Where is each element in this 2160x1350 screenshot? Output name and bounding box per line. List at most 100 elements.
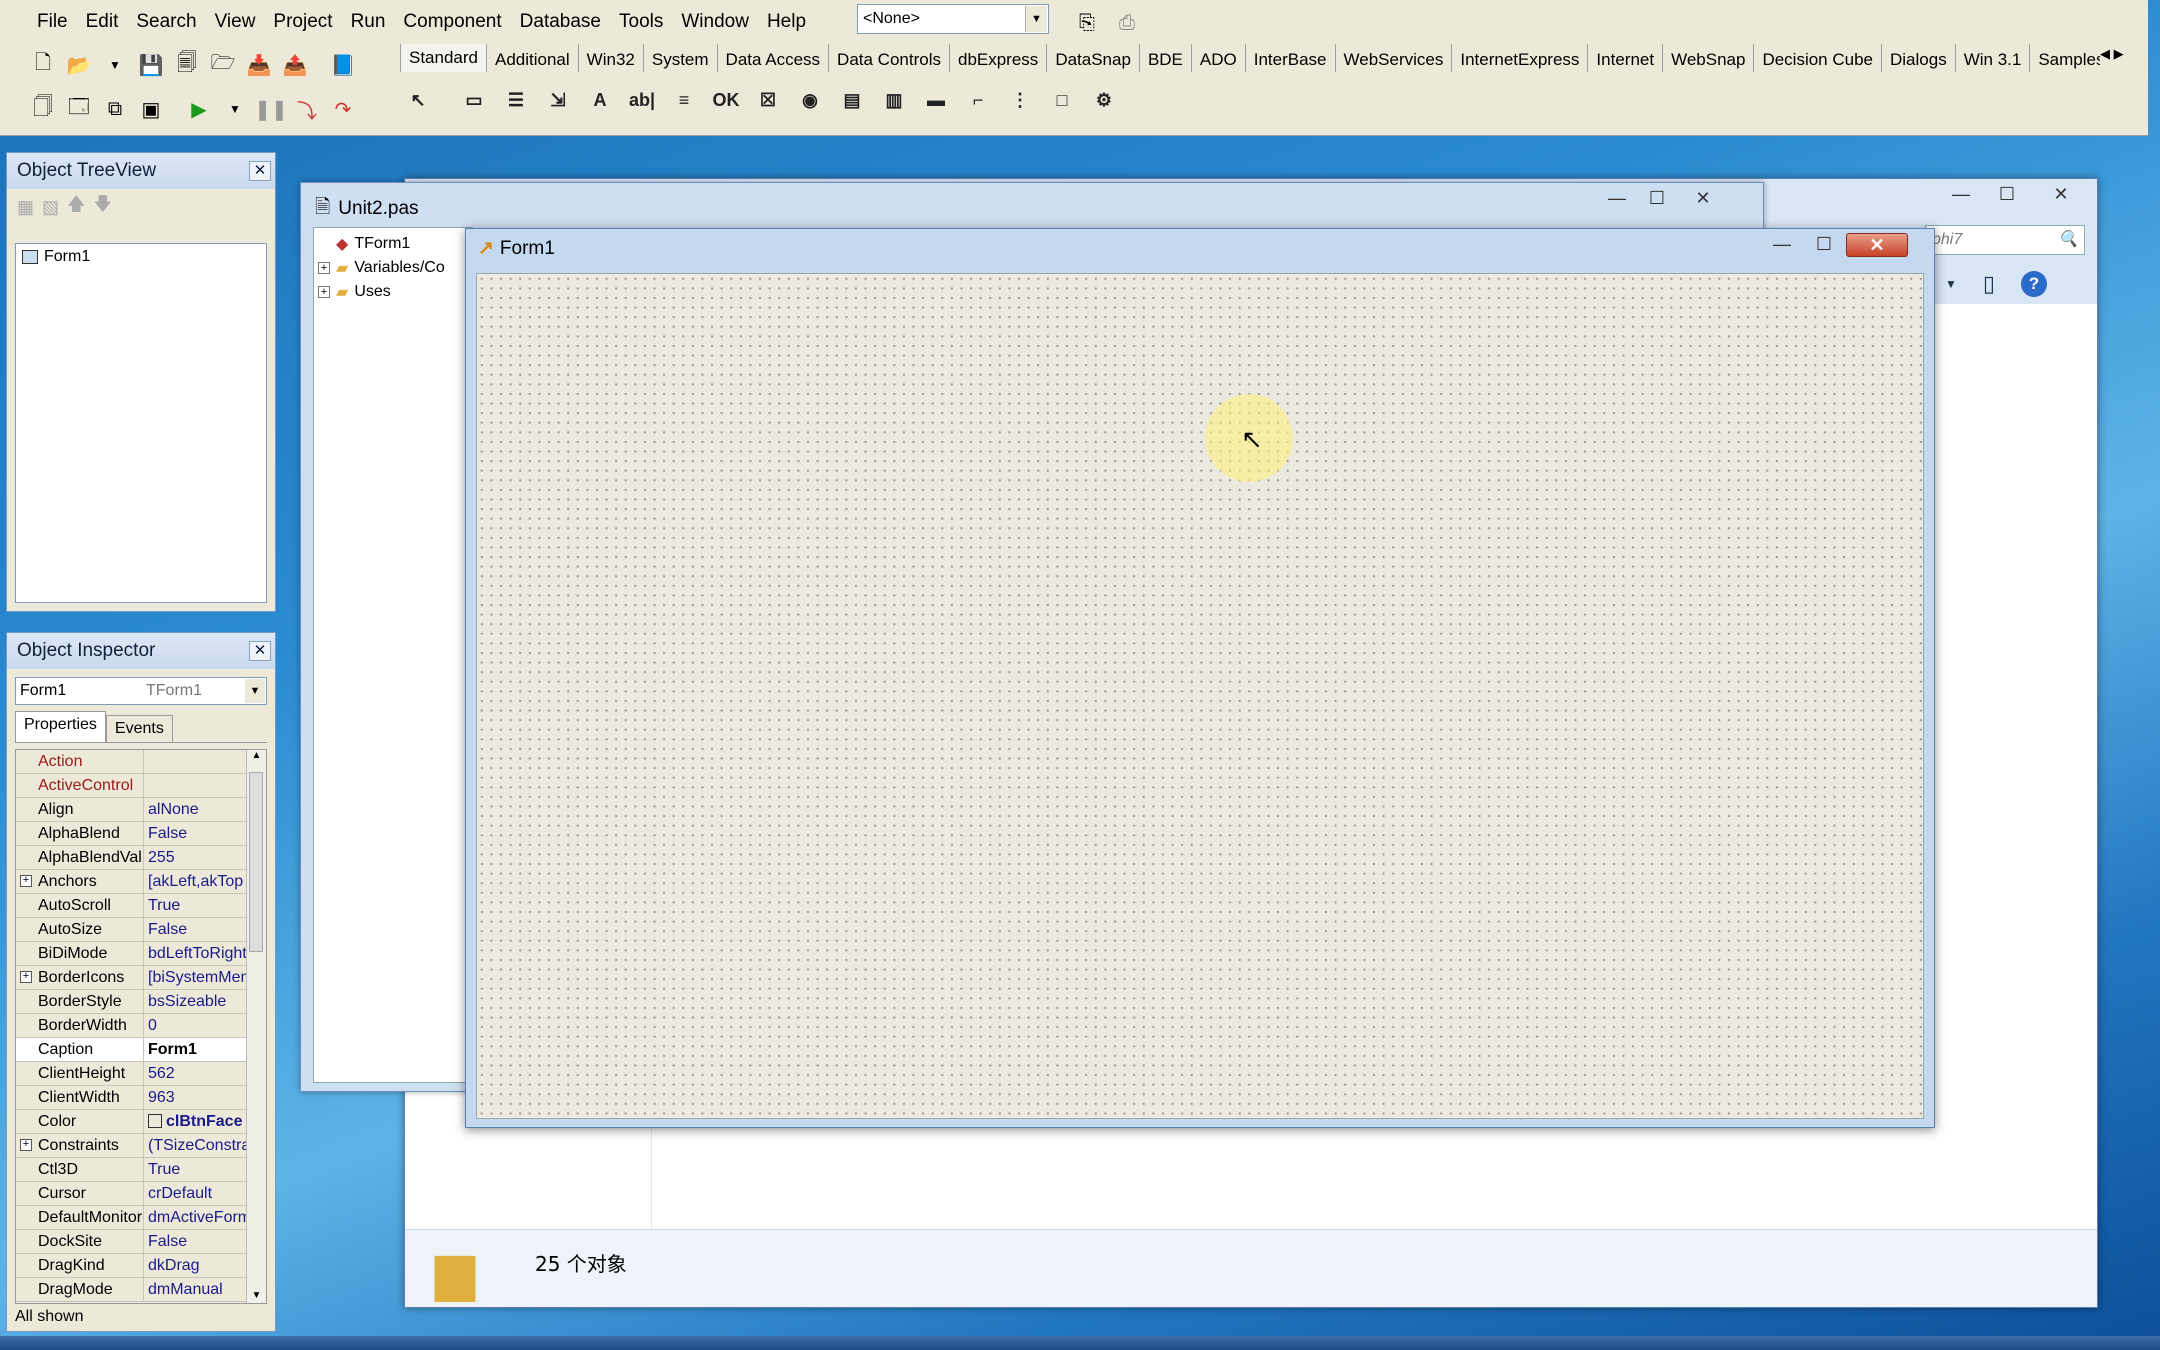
property-row[interactable]: Ctl3D True [16,1158,252,1182]
view-unit-icon[interactable]: 🗍 [26,92,60,126]
radiobutton-icon[interactable]: ◉ [792,82,828,118]
palette-tab-13[interactable]: Internet [1588,44,1664,72]
save-icon[interactable]: 💾 [134,48,168,82]
property-value[interactable]: 255 [144,846,252,869]
search-icon[interactable]: 🔍 [2058,226,2078,254]
property-value[interactable] [144,750,252,773]
palette-scroll-arrows-icon[interactable]: ◀ ▶ [2100,46,2124,62]
property-row[interactable]: + BorderIcons [biSystemMen [16,966,252,990]
palette-tab-8[interactable]: BDE [1140,44,1192,72]
palette-tab-6[interactable]: dbExpress [950,44,1048,72]
arrow-up-icon[interactable]: 🡅 [67,192,86,222]
view-options-chevron-icon[interactable]: ▼ [1945,277,1957,297]
property-row[interactable]: ClientHeight 562 [16,1062,252,1086]
menu-database[interactable]: Database [511,0,610,44]
pointer-icon[interactable]: ↖ [400,82,436,118]
palette-tab-15[interactable]: Decision Cube [1754,44,1882,72]
palette-tab-17[interactable]: Win 3.1 [1956,44,2031,72]
expand-icon[interactable]: + [20,875,32,887]
property-value[interactable]: crDefault [144,1182,252,1205]
expand-icon[interactable]: + [20,1139,32,1151]
new-icon[interactable]: 🗋 [26,48,60,82]
property-row[interactable]: BiDiMode bdLeftToRight [16,942,252,966]
expand-icon[interactable]: + [20,971,32,983]
property-row[interactable]: AutoScroll True [16,894,252,918]
property-row[interactable]: Caption Form1 [16,1038,252,1062]
property-value[interactable]: [akLeft,akTop [144,870,252,893]
property-row[interactable]: ActiveControl [16,774,252,798]
palette-tab-9[interactable]: ADO [1192,44,1246,72]
dropdown-arrow-icon[interactable]: ▼ [98,48,132,82]
treeview-root[interactable]: Form1 [22,248,260,266]
property-value[interactable]: bsSizeable [144,990,252,1013]
groupbox-icon[interactable]: ⌐ [960,82,996,118]
property-value[interactable]: dmManual [144,1278,252,1301]
pause-icon[interactable]: ❚❚ [254,92,288,126]
save-all-icon[interactable]: 🗐 [170,48,204,82]
property-row[interactable]: BorderWidth 0 [16,1014,252,1038]
menu-view[interactable]: View [206,0,265,44]
menu-component[interactable]: Component [394,0,510,44]
property-value[interactable]: bdLeftToRight [144,942,252,965]
preview-pane-icon[interactable]: ▯ [1983,271,1995,297]
palette-tab-14[interactable]: WebSnap [1663,44,1755,72]
close-icon[interactable]: ✕ [1677,187,1729,211]
view-form-icon[interactable]: 🗔 [62,92,96,126]
menu-window[interactable]: Window [672,0,758,44]
help-icon[interactable]: ? [2021,271,2047,297]
palette-tab-3[interactable]: System [644,44,718,72]
property-row[interactable]: DragMode dmManual [16,1278,252,1302]
expand-icon[interactable]: + [318,286,330,298]
run-dropdown-icon[interactable]: ▼ [218,92,252,126]
frames-icon[interactable]: ▭ [456,82,492,118]
property-value[interactable]: True [144,1158,252,1181]
maximize-icon[interactable]: ☐ [1637,187,1677,211]
palette-tab-12[interactable]: InternetExpress [1452,44,1589,72]
property-row[interactable]: Color clBtnFace [16,1110,252,1134]
code-tree-item[interactable]: ◆ TForm1 [318,232,472,256]
palette-tab-5[interactable]: Data Controls [829,44,950,72]
memo-icon[interactable]: ≡ [666,82,702,118]
property-row[interactable]: AlphaBlendVal 255 [16,846,252,870]
open-icon[interactable]: 📂 [62,48,96,82]
new-item-icon[interactable]: ▦ [17,197,34,218]
code-tree-item[interactable]: + ▰ Uses [318,280,472,304]
property-value[interactable]: dkDrag [144,1254,252,1277]
property-value[interactable]: False [144,918,252,941]
menu-project[interactable]: Project [264,0,341,44]
mainmenu-icon[interactable]: ☰ [498,82,534,118]
property-row[interactable]: ClientWidth 963 [16,1086,252,1110]
edit-icon[interactable]: ab| [624,82,660,118]
menu-file[interactable]: File [28,0,77,44]
palette-tab-18[interactable]: Samples [2030,44,2100,72]
property-value[interactable]: alNone [144,798,252,821]
form-design-grid[interactable]: ↖ [476,273,1924,1119]
object-selector[interactable]: Form1 TForm1 ▼ [15,677,267,705]
tab-events[interactable]: Events [105,715,173,742]
minimize-icon[interactable]: — [1939,183,1983,207]
property-row[interactable]: + Anchors [akLeft,akTop [16,870,252,894]
minimize-icon[interactable]: — [1762,233,1802,257]
actionlist-icon[interactable]: ⚙ [1086,82,1122,118]
property-value[interactable]: 0 [144,1014,252,1037]
property-value[interactable]: 963 [144,1086,252,1109]
palette-tab-1[interactable]: Additional [487,44,579,72]
chevron-down-icon[interactable]: ▼ [245,679,265,703]
popupmenu-icon[interactable]: ⇲ [540,82,576,118]
code-tree-item[interactable]: + ▰ Variables/Co [318,256,472,280]
open-project-icon[interactable]: 🗁 [206,48,240,82]
palette-tab-0[interactable]: Standard [400,44,487,72]
palette-tab-2[interactable]: Win32 [579,44,644,72]
component-selector[interactable]: <None> ▼ [857,4,1049,34]
maximize-icon[interactable]: ☐ [1804,233,1844,257]
expand-icon[interactable] [318,238,330,250]
property-row[interactable]: AlphaBlend False [16,822,252,846]
property-value[interactable]: False [144,1230,252,1253]
menu-search[interactable]: Search [127,0,205,44]
property-scrollbar[interactable]: ▲ ▼ [246,750,266,1303]
property-row[interactable]: DockSite False [16,1230,252,1254]
run-icon[interactable]: ▶ [182,92,216,126]
delete-item-icon[interactable]: ▧ [42,197,59,218]
toggle-icon[interactable]: ⧉ [98,92,132,126]
property-value[interactable]: Form1 [144,1038,252,1061]
